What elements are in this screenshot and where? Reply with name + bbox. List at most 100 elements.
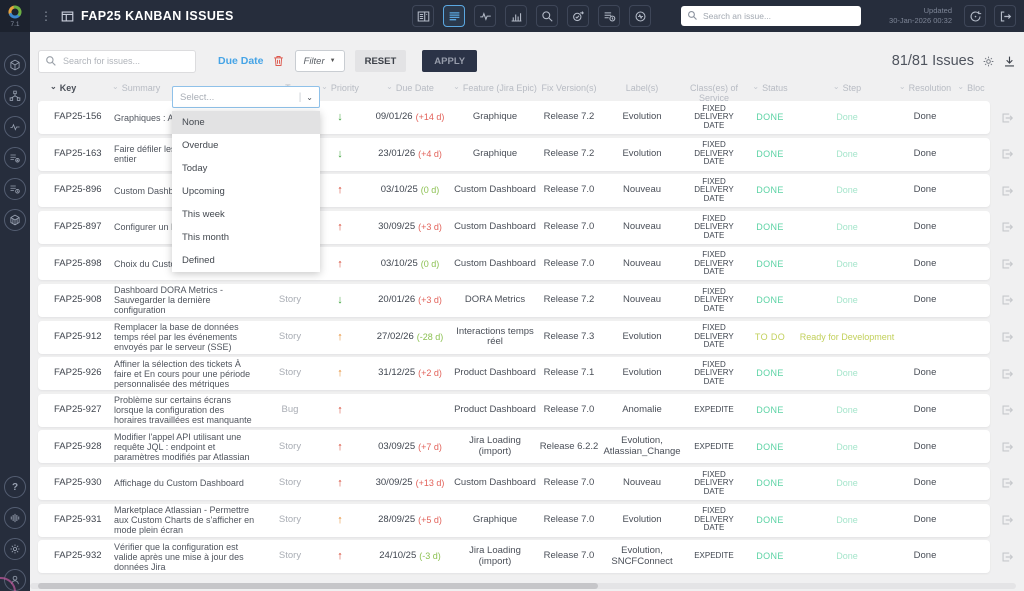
dropdown-option[interactable]: None xyxy=(172,111,320,134)
sidebar: ? xyxy=(0,32,30,591)
issue-step: Done xyxy=(796,357,898,390)
table-settings-gear-icon[interactable] xyxy=(982,55,995,68)
column-header-resolution[interactable]: ⌄Resolution xyxy=(898,84,952,99)
issue-feature: Jira Loading (import) xyxy=(452,430,538,463)
sync-wave-icon[interactable] xyxy=(629,5,651,27)
export-issue-icon[interactable] xyxy=(990,211,1024,244)
export-issue-icon[interactable] xyxy=(990,284,1024,317)
export-issue-icon[interactable] xyxy=(990,247,1024,280)
issue-resolution: Done xyxy=(898,394,952,427)
issue-class-of-service: FIXED DELIVERY DATE xyxy=(684,467,744,500)
export-issue-icon[interactable] xyxy=(990,540,1024,573)
list-view-icon[interactable] xyxy=(443,5,465,27)
issue-row-card[interactable]: FAP25-908 Dashboard DORA Metrics - Sauve… xyxy=(38,284,990,317)
checklist-flow-icon[interactable] xyxy=(567,5,589,27)
dropdown-option[interactable]: Upcoming xyxy=(172,180,320,203)
table-actions: 81/81 Issues xyxy=(892,53,1016,69)
issue-row-card[interactable]: FAP25-927 Problème sur certains écrans l… xyxy=(38,394,990,427)
issue-resolution: Done xyxy=(898,284,952,317)
column-header-bloc[interactable]: ⌄Bloc xyxy=(952,84,990,99)
issue-step: Done xyxy=(796,101,898,134)
filter-dropdown-button[interactable]: Filter ▼ xyxy=(295,50,345,72)
column-header-fix-version-s-[interactable]: Fix Version(s) xyxy=(538,84,600,99)
priority-arrow-icon: ↑ xyxy=(312,357,368,390)
export-issue-icon[interactable] xyxy=(990,394,1024,427)
export-issue-icon[interactable] xyxy=(990,174,1024,207)
download-icon[interactable] xyxy=(1003,55,1016,68)
search-issue-input[interactable] xyxy=(681,6,861,26)
export-issue-icon[interactable] xyxy=(990,467,1024,500)
help-icon[interactable]: ? xyxy=(4,476,26,498)
horizontal-scrollbar[interactable] xyxy=(30,583,1016,589)
issue-row-card[interactable]: FAP25-931 Marketplace Atlassian - Permet… xyxy=(38,504,990,537)
app-logo[interactable]: 7.1 xyxy=(0,0,30,32)
modules-icon[interactable] xyxy=(4,85,26,107)
export-issue-icon[interactable] xyxy=(990,504,1024,537)
reset-button[interactable]: RESET xyxy=(355,50,407,72)
issue-key: FAP25-896 xyxy=(38,174,108,207)
issue-row-card[interactable]: FAP25-932 Vérifier que la configuration … xyxy=(38,540,990,573)
dropdown-option[interactable]: This week xyxy=(172,203,320,226)
issue-key: FAP25-163 xyxy=(38,138,108,171)
column-header-class-es-of-service[interactable]: Class(es) of Service xyxy=(684,84,744,99)
settings-gear-icon[interactable] xyxy=(4,538,26,560)
list-history-icon[interactable] xyxy=(4,178,26,200)
dashboard-view-icon[interactable] xyxy=(412,5,434,27)
issue-row-card[interactable]: FAP25-930 Affichage du Custom Dashboard … xyxy=(38,467,990,500)
export-issue-icon[interactable] xyxy=(990,101,1024,134)
issue-feature: Interactions temps réel xyxy=(452,321,538,354)
column-header-key[interactable]: ⌄Key xyxy=(38,84,108,99)
due-date-select[interactable]: Select... | ⌄ xyxy=(172,86,320,108)
delete-filter-icon[interactable] xyxy=(273,55,284,67)
logout-icon[interactable] xyxy=(994,5,1016,27)
select-placeholder: Select... xyxy=(173,92,299,103)
column-header-label-s-[interactable]: Label(s) xyxy=(600,84,684,99)
issue-due-date xyxy=(368,394,452,427)
issue-row-card[interactable]: FAP25-926 Affiner la sélection des ticke… xyxy=(38,357,990,390)
refresh-icon[interactable] xyxy=(964,5,986,27)
priority-arrow-icon: ↑ xyxy=(312,174,368,207)
issue-fix-versions: Release 7.0 xyxy=(538,504,600,537)
column-header-due-date[interactable]: ⌄Due Date xyxy=(368,84,452,99)
issue-status: DONE xyxy=(744,101,796,134)
export-issue-icon[interactable] xyxy=(990,321,1024,354)
list-settings-icon[interactable] xyxy=(4,147,26,169)
export-issue-icon[interactable] xyxy=(990,430,1024,463)
export-issue-icon[interactable] xyxy=(990,357,1024,390)
issue-type: Story xyxy=(268,284,312,317)
column-header-priority[interactable]: ⌄Priority xyxy=(312,84,368,99)
column-header-step[interactable]: ⌄Step xyxy=(796,84,898,99)
chart-view-icon[interactable] xyxy=(505,5,527,27)
table-row: FAP25-932 Vérifier que la configuration … xyxy=(38,540,1024,573)
priority-arrow-icon: ↑ xyxy=(312,394,368,427)
issue-type: Story xyxy=(268,321,312,354)
issue-class-of-service: FIXED DELIVERY DATE xyxy=(684,174,744,207)
issue-bloc xyxy=(952,284,990,317)
column-header-feature-jira-epic-[interactable]: ⌄Feature (Jira Epic) xyxy=(452,84,538,99)
backlog-clock-icon[interactable] xyxy=(598,5,620,27)
column-header-status[interactable]: ⌄Status xyxy=(744,84,796,99)
issue-step: Done xyxy=(796,504,898,537)
search-for-issues-input[interactable] xyxy=(38,50,196,73)
issue-row-card[interactable]: FAP25-928 Modifier l'appel API utilisant… xyxy=(38,430,990,463)
dropdown-option[interactable]: Defined xyxy=(172,249,320,272)
waveform-icon[interactable] xyxy=(4,507,26,529)
cube-icon[interactable] xyxy=(4,209,26,231)
issue-row-card[interactable]: FAP25-912 Remplacer la base de données t… xyxy=(38,321,990,354)
dropdown-option[interactable]: This month xyxy=(172,226,320,249)
chevron-down-icon: ▼ xyxy=(330,58,336,64)
activity-icon[interactable] xyxy=(4,116,26,138)
kebab-menu-icon[interactable]: ⋮ xyxy=(40,10,52,22)
dropdown-option[interactable]: Overdue xyxy=(172,134,320,157)
activity-view-icon[interactable] xyxy=(474,5,496,27)
issue-labels: Nouveau xyxy=(600,174,684,207)
issue-bloc xyxy=(952,321,990,354)
search-view-icon[interactable] xyxy=(536,5,558,27)
issue-resolution: Done xyxy=(898,138,952,171)
package-icon[interactable] xyxy=(4,54,26,76)
dropdown-option[interactable]: Today xyxy=(172,157,320,180)
scrollbar-thumb[interactable] xyxy=(38,583,598,589)
apply-button[interactable]: APPLY xyxy=(422,50,477,72)
issue-labels: Nouveau xyxy=(600,467,684,500)
export-issue-icon[interactable] xyxy=(990,138,1024,171)
